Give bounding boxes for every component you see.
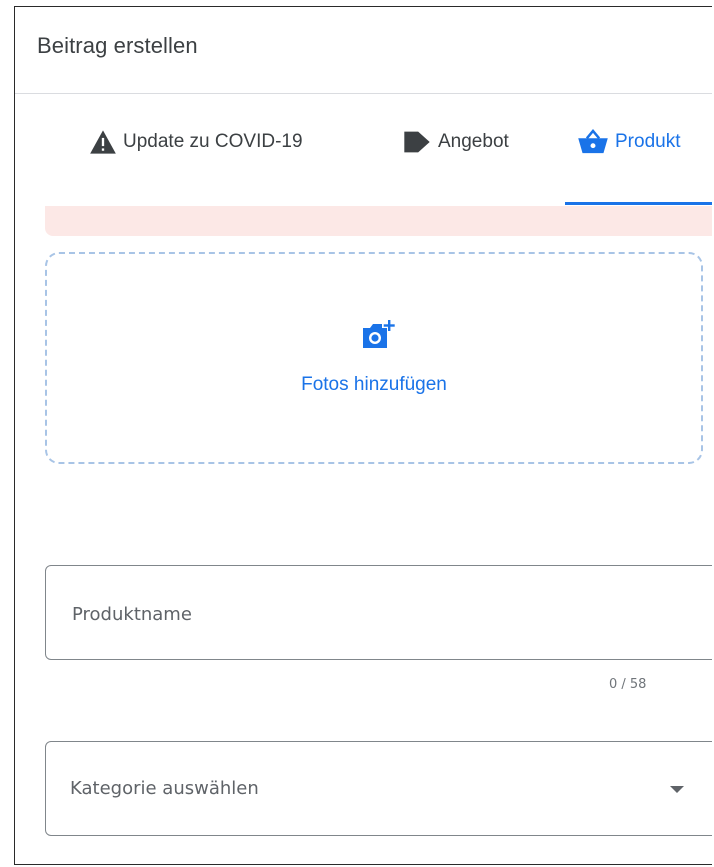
category-select[interactable]: Kategorie auswählen <box>45 741 712 836</box>
character-counter: 0 / 58 <box>609 677 647 692</box>
tab-product-label: Produkt <box>615 131 681 152</box>
product-name-field <box>45 565 712 660</box>
post-type-tabs: Update zu COVID-19 Angebot Produkt <box>15 94 712 206</box>
warning-icon <box>89 129 117 155</box>
tab-covid-update-label: Update zu COVID-19 <box>123 131 303 152</box>
dialog-title: Beitrag erstellen <box>37 33 198 58</box>
shopping-basket-icon <box>577 128 609 156</box>
product-name-input[interactable] <box>70 596 694 632</box>
add-photo-camera-icon <box>360 318 396 352</box>
tab-product[interactable]: Produkt <box>577 124 680 160</box>
dialog-header: Beitrag erstellen <box>15 7 712 94</box>
add-photos-label: Fotos hinzufügen <box>301 374 447 395</box>
alert-banner <box>45 206 712 236</box>
dropdown-caret-icon <box>670 786 684 793</box>
category-select-value: Kategorie auswählen <box>70 778 259 799</box>
create-post-dialog: Beitrag erstellen Update zu COVID-19 Ang… <box>14 6 712 865</box>
add-photos-area[interactable]: Fotos hinzufügen <box>45 252 703 464</box>
tab-covid-update[interactable]: Update zu COVID-19 <box>89 124 303 160</box>
tab-offer[interactable]: Angebot <box>402 124 509 160</box>
active-tab-indicator <box>565 202 712 205</box>
tab-offer-label: Angebot <box>438 131 509 152</box>
tag-icon <box>402 129 432 155</box>
